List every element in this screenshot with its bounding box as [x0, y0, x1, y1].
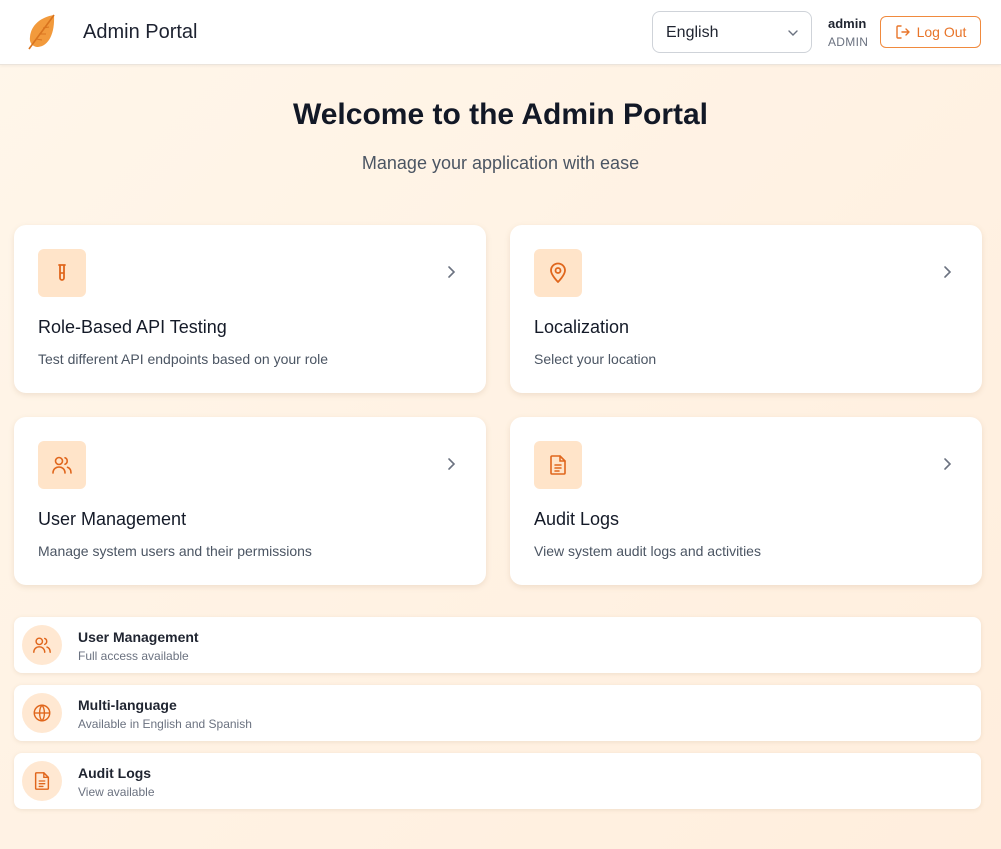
card-description: Test different API endpoints based on yo…	[38, 351, 329, 367]
chevron-right-icon	[448, 458, 456, 470]
leaf-logo-icon	[28, 14, 55, 50]
feature-status: Full access available	[78, 649, 189, 663]
card-localization[interactable]: Localization Select your location	[510, 225, 982, 393]
logout-icon	[895, 25, 910, 39]
feature-multi-language: Multi-language Available in English and …	[14, 685, 981, 741]
feature-title: Audit Logs	[78, 765, 152, 781]
card-description: Manage system users and their permission…	[38, 543, 312, 559]
feature-user-management: User Management Full access available	[14, 617, 981, 673]
feature-icon-bg	[22, 625, 62, 665]
feature-icon-bg	[22, 761, 62, 801]
card-icon-bg	[38, 441, 86, 489]
chevron-right-icon	[944, 458, 952, 470]
logout-label: Log Out	[916, 24, 967, 40]
user-role: ADMIN	[828, 35, 869, 49]
users-icon	[52, 456, 72, 474]
globe-icon	[33, 704, 51, 722]
page-subtitle: Manage your application with ease	[361, 153, 640, 173]
card-description: Select your location	[534, 351, 657, 367]
card-title: Localization	[534, 317, 630, 337]
chevron-right-icon	[944, 266, 952, 278]
feature-status: Available in English and Spanish	[78, 717, 252, 731]
feature-audit-logs: Audit Logs View available	[14, 753, 981, 809]
feature-icon-bg	[22, 693, 62, 733]
logout-button[interactable]: Log Out	[880, 16, 981, 48]
card-icon-bg	[38, 249, 86, 297]
user-info: admin ADMIN	[828, 15, 868, 51]
user-name: admin	[828, 16, 867, 31]
chevron-right-icon	[448, 266, 456, 278]
card-title: Audit Logs	[534, 509, 620, 529]
page-title: Welcome to the Admin Portal	[292, 98, 709, 131]
language-select-value: English	[666, 24, 719, 41]
card-title: Role-Based API Testing	[38, 317, 227, 337]
test-tube-icon	[58, 264, 66, 281]
file-text-icon	[550, 455, 566, 475]
card-audit-logs[interactable]: Audit Logs View system audit logs and ac…	[510, 417, 982, 585]
card-api-testing[interactable]: Role-Based API Testing Test different AP…	[14, 225, 486, 393]
card-icon-bg	[534, 441, 582, 489]
feature-title: Multi-language	[78, 697, 177, 713]
top-navbar: Admin Portal English admin ADMIN Log Out	[0, 0, 1001, 65]
feature-status: View available	[78, 785, 155, 799]
card-user-management[interactable]: User Management Manage system users and …	[14, 417, 486, 585]
card-icon-bg	[534, 249, 582, 297]
language-select[interactable]: English	[652, 11, 812, 53]
users-icon	[33, 637, 51, 653]
feature-title: User Management	[78, 629, 199, 645]
map-pin-icon	[550, 262, 566, 283]
card-description: View system audit logs and activities	[534, 543, 761, 559]
card-title: User Management	[38, 509, 187, 529]
chevron-down-icon	[788, 30, 798, 36]
app-title: Admin Portal	[83, 21, 198, 43]
file-text-icon	[34, 772, 50, 790]
